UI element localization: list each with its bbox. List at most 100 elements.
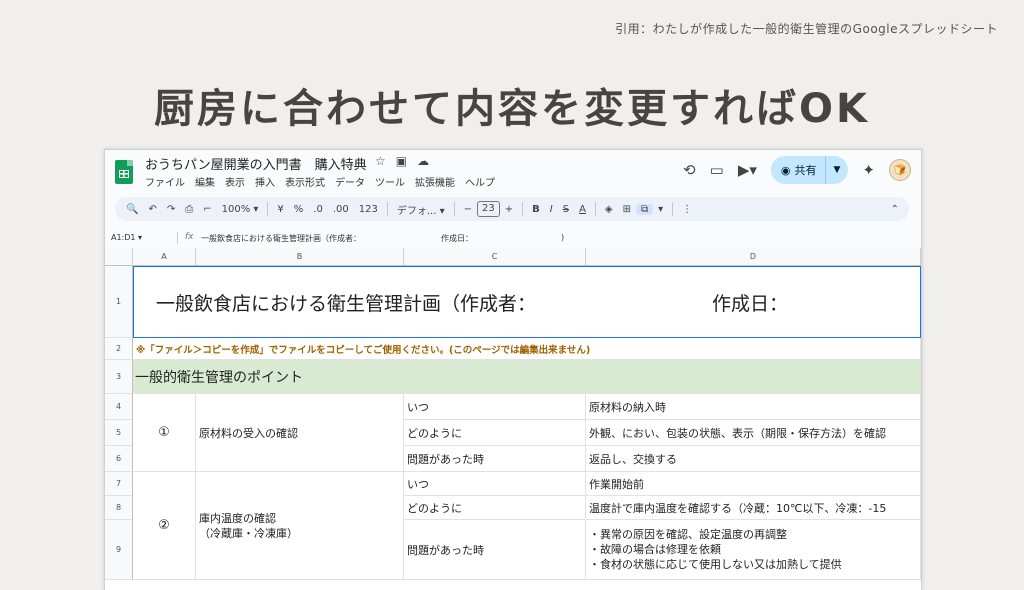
item1-problem-label[interactable]: 問題があった時 xyxy=(404,446,586,472)
formula-divider xyxy=(177,232,178,244)
paint-format-icon[interactable]: ⌐ xyxy=(198,204,216,215)
item1-how-label[interactable]: どのように xyxy=(404,420,586,446)
gemini-sparkle-icon[interactable]: ✦ xyxy=(862,161,875,179)
number-format-button[interactable]: 123 xyxy=(354,204,383,215)
item1-problem[interactable]: 返品し、交換する xyxy=(586,446,921,472)
menu-view[interactable]: 表示 xyxy=(225,174,245,189)
share-dropdown-icon[interactable]: ▼ xyxy=(824,156,849,184)
item1-number[interactable]: ① xyxy=(133,394,196,472)
menu-help[interactable]: ヘルプ xyxy=(465,174,495,189)
menu-bar: ファイル 編集 表示 挿入 表示形式 データ ツール 拡張機能 ヘルプ xyxy=(145,174,495,189)
redo-icon[interactable]: ↷ xyxy=(162,204,180,215)
item2-when[interactable]: 作業開始前 xyxy=(586,472,921,496)
sheet-grid: A B C D 1 2 3 4 5 6 7 8 9 一般飲食店における衛生管理計… xyxy=(105,248,921,590)
more-options-icon[interactable]: ⋮ xyxy=(677,204,697,215)
spreadsheet-window: おうちパン屋開業の入門書 購入特典 ☆ ▣ ☁ ファイル 編集 表示 挿入 表示… xyxy=(104,149,922,590)
item2-name[interactable]: 庫内温度の確認 （冷蔵庫・冷凍庫） xyxy=(196,472,404,580)
item1-how[interactable]: 外観、におい、包装の状態、表示（期限・保存方法）を確認 xyxy=(586,420,921,446)
formula-input-date[interactable]: 作成日： xyxy=(441,233,473,244)
undo-icon[interactable]: ↶ xyxy=(143,204,161,215)
percent-button[interactable]: % xyxy=(289,204,309,215)
cloud-status-icon[interactable]: ☁ xyxy=(417,154,429,168)
font-select[interactable]: デフォ... ▾ xyxy=(392,202,450,217)
share-button[interactable]: ◉ 共有 ▼ xyxy=(770,156,849,184)
bold-button[interactable]: B xyxy=(527,204,545,215)
history-icon[interactable]: ⟲ xyxy=(683,161,696,179)
name-box-value: A1:D1 xyxy=(111,233,136,242)
column-header-b[interactable]: B xyxy=(196,248,404,266)
strikethrough-button[interactable]: S xyxy=(558,204,574,215)
item2-how[interactable]: 温度計で庫内温度を確認する（冷蔵：10℃以下、冷凍：-15 xyxy=(586,496,921,520)
formula-input-close[interactable]: ) xyxy=(561,233,564,242)
section-header-cell[interactable]: 一般的衛生管理のポイント xyxy=(133,360,921,394)
row-header-1[interactable]: 1 xyxy=(105,266,133,338)
move-folder-icon[interactable]: ▣ xyxy=(396,154,407,168)
increase-decimal-button[interactable]: .00 xyxy=(328,204,354,215)
row-header-5[interactable]: 5 xyxy=(105,420,133,446)
comment-icon[interactable]: ▭ xyxy=(710,161,724,179)
item2-problem-line1: ・異常の原因を確認、設定温度の再調整 xyxy=(589,528,787,541)
font-size-increase-icon[interactable]: + xyxy=(500,204,518,215)
item2-name-line1: 庫内温度の確認 xyxy=(199,511,276,525)
row-header-3[interactable]: 3 xyxy=(105,360,133,394)
globe-icon: ◉ xyxy=(780,163,791,177)
column-header-c[interactable]: C xyxy=(404,248,586,266)
search-icon[interactable]: 🔍 xyxy=(121,204,143,215)
item2-problem[interactable]: ・異常の原因を確認、設定温度の再調整 ・故障の場合は修理を依頼 ・食材の状態に応… xyxy=(586,520,921,580)
font-size-input[interactable]: 23 xyxy=(477,201,500,217)
title-icons: ☆ ▣ ☁ xyxy=(375,154,429,168)
merge-cells-icon[interactable]: ⧉ xyxy=(636,203,654,215)
sheets-logo-icon[interactable] xyxy=(115,160,133,184)
meet-video-icon[interactable]: ▶▾ xyxy=(738,161,757,179)
formula-input[interactable]: 一般飲食店における衛生管理計画（作成者： xyxy=(201,233,361,244)
item2-number[interactable]: ② xyxy=(133,472,196,580)
item1-when[interactable]: 原材料の納入時 xyxy=(586,394,921,420)
merge-dropdown-icon[interactable]: ▾ xyxy=(653,204,668,215)
title-bar: おうちパン屋開業の入門書 購入特典 ☆ ▣ ☁ ファイル 編集 表示 挿入 表示… xyxy=(105,150,921,194)
menu-extensions[interactable]: 拡張機能 xyxy=(415,174,455,189)
note-cell[interactable]: ※「ファイル＞コピーを作成」でファイルをコピーしてご使用ください。(このページで… xyxy=(133,338,921,360)
italic-button[interactable]: I xyxy=(545,204,558,215)
star-icon[interactable]: ☆ xyxy=(375,154,386,168)
name-box[interactable]: A1:D1 ▾ xyxy=(111,233,142,242)
item2-problem-label[interactable]: 問題があった時 xyxy=(404,520,586,580)
menu-tools[interactable]: ツール xyxy=(375,174,405,189)
document-title[interactable]: おうちパン屋開業の入門書 購入特典 xyxy=(145,154,367,173)
menu-format[interactable]: 表示形式 xyxy=(285,174,325,189)
zoom-select[interactable]: 100% ▾ xyxy=(217,204,264,215)
row-header-9[interactable]: 9 xyxy=(105,520,133,580)
item2-how-label[interactable]: どのように xyxy=(404,496,586,520)
title-main: 一般飲食店における衛生管理計画（作成者： xyxy=(156,292,537,315)
item1-when-label[interactable]: いつ xyxy=(404,394,586,420)
column-header-a[interactable]: A xyxy=(133,248,196,266)
menu-insert[interactable]: 挿入 xyxy=(255,174,275,189)
menu-data[interactable]: データ xyxy=(335,174,365,189)
title-cell[interactable]: 一般飲食店における衛生管理計画（作成者： 作成日： xyxy=(133,266,921,338)
row-header-8[interactable]: 8 xyxy=(105,496,133,520)
menu-file[interactable]: ファイル xyxy=(145,174,185,189)
citation-text: 引用：わたしが作成した一般的衛生管理のGoogleスプレッドシート xyxy=(615,22,998,36)
row-header-4[interactable]: 4 xyxy=(105,394,133,420)
borders-icon[interactable]: ⊞ xyxy=(618,204,636,215)
row-header-6[interactable]: 6 xyxy=(105,446,133,472)
item2-problem-line3: ・食材の状態に応じて使用しない又は加熱して提供 xyxy=(589,558,842,571)
currency-icon[interactable]: ¥ xyxy=(272,204,288,215)
toolbar-divider xyxy=(522,202,524,216)
row-header-7[interactable]: 7 xyxy=(105,472,133,496)
fill-color-icon[interactable]: ◈ xyxy=(600,204,618,215)
row-header-2[interactable]: 2 xyxy=(105,338,133,360)
collapse-toolbar-icon[interactable]: ⌃ xyxy=(886,204,909,215)
text-color-button[interactable]: A xyxy=(574,204,591,215)
avatar[interactable]: 🍞 xyxy=(889,159,911,181)
select-all-corner[interactable] xyxy=(105,248,133,266)
item1-name[interactable]: 原材料の受入の確認 xyxy=(196,394,404,472)
menu-edit[interactable]: 編集 xyxy=(195,174,215,189)
title-date: 作成日： xyxy=(712,292,789,315)
print-icon[interactable]: ⎙ xyxy=(180,204,198,215)
decrease-decimal-button[interactable]: .0 xyxy=(308,204,328,215)
font-size-decrease-icon[interactable]: − xyxy=(459,204,477,215)
column-header-d[interactable]: D xyxy=(586,248,921,266)
toolbar-divider xyxy=(453,202,455,216)
item2-when-label[interactable]: いつ xyxy=(404,472,586,496)
share-label: 共有 xyxy=(794,164,817,177)
